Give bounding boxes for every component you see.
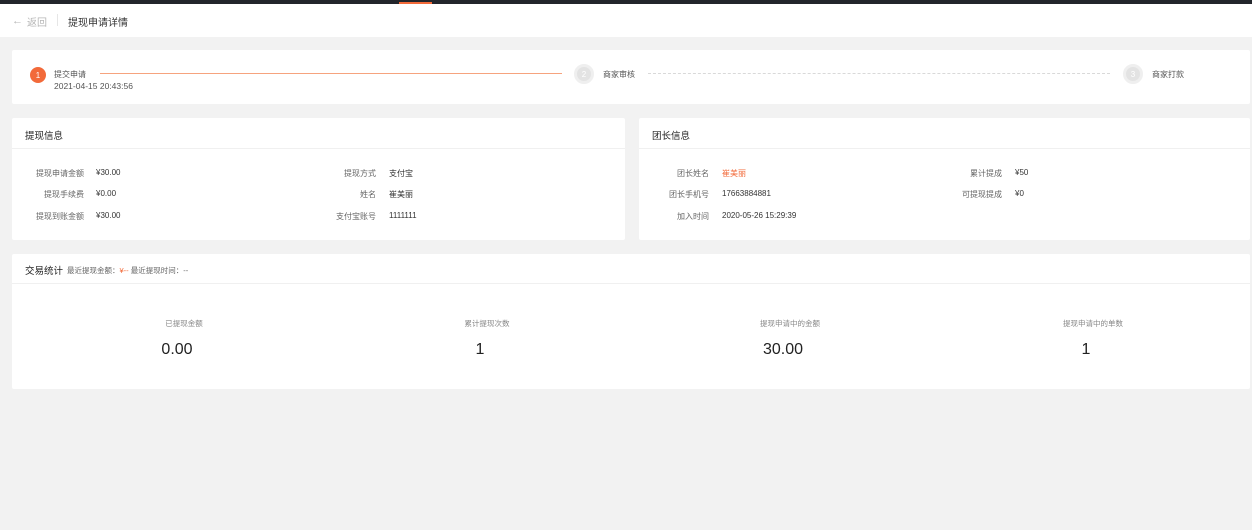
arrow-left-icon: ←	[12, 15, 23, 27]
account-name-value: 崔美丽	[389, 190, 413, 199]
page-header: ← 返回 提现申请详情	[0, 4, 1252, 37]
join-time-value: 2020-05-26 15:29:39	[722, 211, 797, 220]
stat-pending-count-value: 1	[1081, 341, 1091, 358]
withdrawable-commission-label: 可提现提成	[962, 190, 1002, 199]
stat-pending-count-label: 提现申请中的单数	[1063, 319, 1123, 328]
stat-withdraw-count-value: 1	[475, 341, 485, 358]
stat-withdrawn-amount-value: 0.00	[161, 341, 193, 358]
withdraw-received-value: ¥30.00	[96, 211, 121, 220]
progress-steps: 1 提交申请 2021-04-15 20:43:56 2 商家审核 3 商家打款	[12, 50, 1250, 104]
panel-title: 提现信息	[25, 131, 64, 142]
join-time-label: 加入时间	[677, 212, 709, 221]
leader-name-value: 崔美丽	[722, 169, 746, 178]
step-1-circle: 1	[30, 67, 46, 83]
leader-name-label: 团长姓名	[677, 169, 709, 178]
withdraw-fee-label: 提现手续费	[44, 190, 84, 199]
step-1-time: 2021-04-15 20:43:56	[54, 81, 133, 91]
leader-phone-label: 团长手机号	[669, 190, 709, 199]
step-3-circle: 3	[1123, 64, 1143, 84]
step-2-circle: 2	[574, 64, 594, 84]
step-connector-2	[648, 73, 1110, 74]
withdraw-method-label: 提现方式	[344, 169, 376, 178]
withdraw-amount-label: 提现申请金额	[36, 169, 84, 178]
leader-info-panel: 团长信息 团长姓名 崔美丽 团长手机号 17663884881 加入时间 202…	[639, 118, 1250, 240]
leader-phone-value: 17663884881	[722, 189, 771, 198]
total-commission-value: ¥50	[1015, 168, 1029, 177]
transaction-stats-panel: 交易统计 最近提现金额：¥-- 最近提现时间：-- 已提现金额 0.00 累计提…	[12, 254, 1250, 389]
withdraw-info-panel: 提现信息 提现申请金额 ¥30.00 提现手续费 ¥0.00 提现到账金额 ¥3…	[12, 118, 625, 240]
step-2-label: 商家审核	[603, 70, 635, 79]
withdraw-received-label: 提现到账金额	[36, 212, 84, 221]
recent-time-label: 最近提现时间：	[130, 266, 184, 275]
stat-pending-amount-value: 30.00	[762, 341, 804, 358]
page-title: 提现申请详情	[68, 18, 128, 29]
withdraw-fee-value: ¥0.00	[96, 189, 117, 198]
total-commission-label: 累计提成	[970, 169, 1002, 178]
panel-title: 团长信息	[652, 131, 691, 142]
withdraw-amount-value: ¥30.00	[96, 168, 121, 177]
stat-withdrawn-amount-label: 已提现金额	[165, 319, 203, 328]
withdraw-method-value: 支付宝	[389, 169, 413, 178]
recent-time-value: --	[183, 266, 189, 275]
withdrawable-commission-value: ¥0	[1015, 189, 1024, 198]
account-name-label: 姓名	[360, 190, 376, 199]
stat-withdraw-count-label: 累计提现次数	[464, 319, 510, 328]
panel-divider	[12, 148, 625, 149]
header-divider	[57, 14, 58, 26]
step-3-label: 商家打款	[1152, 70, 1184, 79]
stats-title: 交易统计	[25, 266, 64, 277]
step-1-label: 提交申请	[54, 70, 86, 79]
stats-recent-summary: 最近提现金额：¥-- 最近提现时间：--	[67, 265, 188, 276]
alipay-account-value: 1111111	[389, 211, 417, 220]
back-button[interactable]: ← 返回	[12, 14, 47, 30]
back-label: 返回	[27, 18, 47, 29]
recent-amount-label: 最近提现金额：	[67, 266, 120, 275]
panel-divider	[639, 148, 1250, 149]
stat-pending-amount-label: 提现申请中的金额	[760, 319, 820, 328]
step-connector-1	[100, 73, 562, 74]
alipay-account-label: 支付宝账号	[336, 212, 376, 221]
panel-divider	[12, 283, 1250, 284]
recent-amount-value: ¥--	[119, 266, 129, 275]
